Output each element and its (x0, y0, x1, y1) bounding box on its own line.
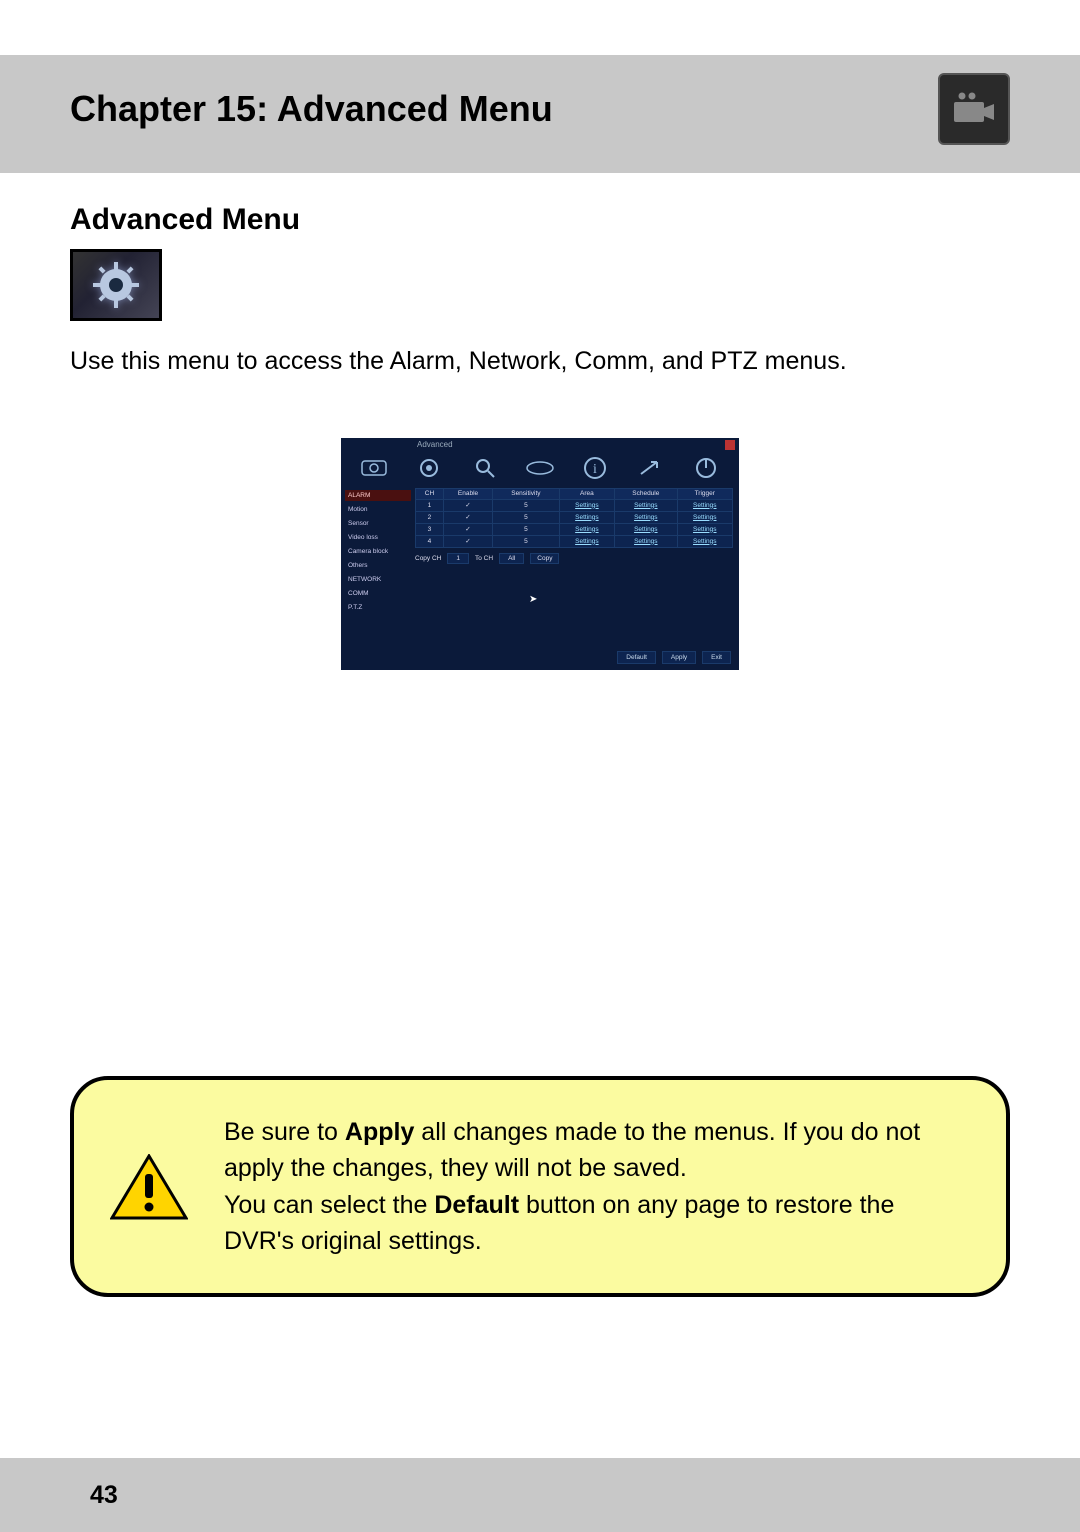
chapter-title: Chapter 15: Advanced Menu (70, 88, 553, 130)
cell-ch: 2 (416, 511, 444, 523)
cell-schedule: Settings (615, 535, 677, 547)
cell-area: Settings (559, 523, 614, 535)
warning-icon (110, 1154, 188, 1232)
copy-label: Copy CH (415, 555, 441, 562)
cell-trigger: Settings (677, 511, 732, 523)
tab-icon-disk (517, 452, 562, 484)
col-ch: CH (416, 488, 444, 499)
sidebar-item-others: Others (345, 560, 411, 571)
cell-sens: 5 (493, 535, 560, 547)
apply-button: Apply (662, 651, 696, 664)
intro-text: Use this menu to access the Alarm, Netwo… (70, 345, 1010, 378)
sidebar-item-sensor: Sensor (345, 518, 411, 529)
tab-icon-arrow (628, 452, 673, 484)
close-icon (725, 440, 735, 450)
cell-trigger: Settings (677, 535, 732, 547)
cell-enable: ✓ (443, 511, 492, 523)
callout-text: Be sure to (224, 1118, 345, 1146)
copy-to-label: To CH (475, 555, 493, 562)
sidebar-item-alarm: ALARM (345, 490, 411, 501)
section-heading: Advanced Menu (70, 203, 1010, 237)
table-row: 4 ✓ 5 Settings Settings Settings (416, 535, 733, 547)
copy-button: Copy (530, 553, 559, 564)
svg-text:i: i (593, 462, 597, 477)
callout-paragraph-2: You can select the Default button on any… (224, 1187, 964, 1260)
table-row: 2 ✓ 5 Settings Settings Settings (416, 511, 733, 523)
cell-schedule: Settings (615, 499, 677, 511)
cell-ch: 1 (416, 499, 444, 511)
cell-ch: 4 (416, 535, 444, 547)
callout-bold-apply: Apply (345, 1118, 414, 1146)
tab-icon-power (684, 452, 729, 484)
col-trigger: Trigger (677, 488, 732, 499)
chapter-banner: Chapter 15: Advanced Menu (0, 55, 1080, 173)
cell-sens: 5 (493, 499, 560, 511)
col-area: Area (559, 488, 614, 499)
dvr-window-title: Advanced (417, 440, 453, 449)
table-header-row: CH Enable Sensitivity Area Schedule Trig… (416, 488, 733, 499)
sidebar-item-videoloss: Video loss (345, 532, 411, 543)
copy-from: 1 (447, 553, 469, 564)
cell-schedule: Settings (615, 523, 677, 535)
tab-icon-1 (351, 452, 396, 484)
footer-bar: 43 (0, 1458, 1080, 1532)
cell-trigger: Settings (677, 523, 732, 535)
dvr-top-tabs: i (351, 452, 729, 484)
col-enable: Enable (443, 488, 492, 499)
cell-area: Settings (559, 511, 614, 523)
cursor-icon: ➤ (529, 594, 537, 605)
cell-sens: 5 (493, 511, 560, 523)
warning-callout: Be sure to Apply all changes made to the… (70, 1076, 1010, 1297)
callout-text: You can select the (224, 1191, 434, 1219)
cell-enable: ✓ (443, 523, 492, 535)
sidebar-item-motion: Motion (345, 504, 411, 515)
cell-ch: 3 (416, 523, 444, 535)
cell-area: Settings (559, 535, 614, 547)
sidebar-item-ptz: P.T.Z (345, 602, 411, 613)
table-row: 1 ✓ 5 Settings Settings Settings (416, 499, 733, 511)
sidebar-item-camerablock: Camera block (345, 546, 411, 557)
dvr-sidebar: ALARM Motion Sensor Video loss Camera bl… (345, 490, 411, 613)
content-area: Advanced Menu Use this menu to access th… (0, 173, 1080, 670)
cell-schedule: Settings (615, 511, 677, 523)
sidebar-item-comm: COMM (345, 588, 411, 599)
callout-bold-default: Default (434, 1191, 519, 1219)
sidebar-item-network: NETWORK (345, 574, 411, 585)
cell-sens: 5 (493, 523, 560, 535)
cell-area: Settings (559, 499, 614, 511)
tab-icon-info: i (573, 452, 618, 484)
tab-icon-gear (406, 452, 451, 484)
col-schedule: Schedule (615, 488, 677, 499)
dvr-footer-buttons: Default Apply Exit (617, 651, 731, 664)
camera-icon (938, 73, 1010, 145)
page-number: 43 (90, 1481, 118, 1510)
dvr-screenshot: Advanced i A (341, 438, 739, 670)
exit-button: Exit (702, 651, 731, 664)
cell-enable: ✓ (443, 499, 492, 511)
gear-icon (70, 249, 162, 321)
dvr-table: CH Enable Sensitivity Area Schedule Trig… (415, 488, 733, 564)
default-button: Default (617, 651, 656, 664)
copy-to: All (499, 553, 524, 564)
col-sensitivity: Sensitivity (493, 488, 560, 499)
copy-row: Copy CH 1 To CH All Copy (415, 553, 733, 564)
cell-enable: ✓ (443, 535, 492, 547)
table-row: 3 ✓ 5 Settings Settings Settings (416, 523, 733, 535)
top-margin (0, 0, 1080, 55)
callout-paragraph-1: Be sure to Apply all changes made to the… (224, 1114, 964, 1187)
cell-trigger: Settings (677, 499, 732, 511)
tab-icon-search (462, 452, 507, 484)
